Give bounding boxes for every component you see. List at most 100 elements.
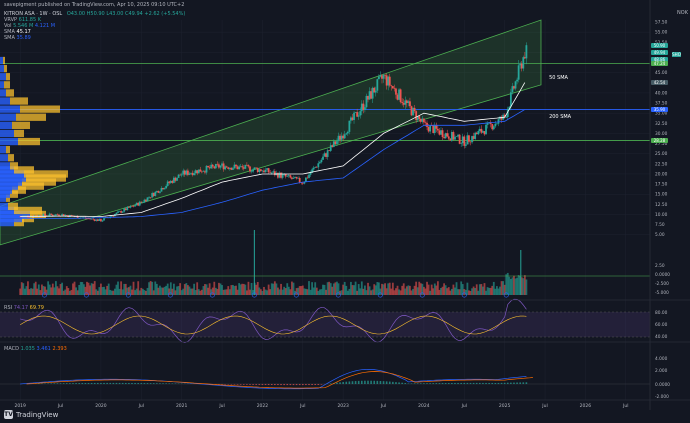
volume-bar [70,289,73,295]
candle-body [123,208,126,212]
macd-histogram-bar [87,382,90,384]
macd-histogram-bar [56,383,59,384]
volume-bar [298,286,301,295]
candle-body [289,175,292,178]
volume-bar [368,286,371,295]
macd-legend[interactable]: MACD 1.035 3.461 2.393 [4,346,67,352]
price-scale-label: 25.00 [655,151,668,157]
macd-histogram-bar [376,380,379,384]
candle-body [343,134,346,139]
candle-body [245,164,248,166]
volume-bar [216,288,219,295]
candle-body [409,101,411,107]
macd-histogram-bar [168,383,171,384]
price-scale-label: 7.50 [655,222,665,228]
volume-bar [120,281,123,295]
candle-body [353,112,355,120]
macd-histogram-bar [342,382,344,384]
volume-bar [56,286,59,295]
macd-histogram-bar [348,381,351,384]
volume-bar [20,282,23,295]
candle-body [166,181,169,186]
volume-bar [188,286,191,295]
tradingview-logo[interactable]: TV TradingView [4,410,58,419]
volume-bar [238,283,241,295]
macd-histogram-bar [59,383,62,384]
candle-body [126,206,129,211]
macd-histogram-bar [423,383,425,384]
candle-body [228,167,231,169]
volume-bar [114,288,116,295]
candle-body [474,132,477,139]
candle-body [65,215,68,216]
volume-bar [384,283,386,295]
candle-body [458,134,461,144]
macd-scale-label: 4.000 [655,356,668,362]
volume-bar [190,288,192,295]
tradingview-chart[interactable]: 50 SMA200 SMA57.5055.0052.5050.0047.5045… [0,0,690,423]
macd-histogram-bar [128,382,130,384]
volume-bar [263,286,265,295]
volume-bar [322,284,324,295]
candle-body [162,187,164,190]
price-scale-label: 40.00 [655,90,668,96]
candle-body [129,205,132,208]
volume-bar [19,288,22,295]
short-badge[interactable]: SHO [672,52,681,57]
candle-body [519,63,522,66]
currency-label: NOK [677,10,688,16]
volume-bar [103,286,105,295]
time-axis-label: 2025 [499,403,511,409]
volume-bar [364,285,366,295]
candle-body [273,171,276,176]
candle-body [505,117,508,118]
macd-histogram-bar [395,382,397,384]
rsi-label: RSI [4,305,13,311]
volume-bar [51,283,54,295]
volume-bar [196,282,199,295]
sma200-legend[interactable]: SMA 35.89 [4,35,31,41]
volume-bar [374,285,377,295]
candle-body [55,214,57,216]
volume-profile-bar [6,146,10,154]
candle-body [174,177,177,181]
volume-bar [183,284,186,295]
volume-profile-bar [0,121,12,129]
rsi-legend[interactable]: RSI 74.17 69.79 [4,305,44,311]
time-axis-label: Jul [218,403,224,409]
volume-bar [390,288,393,295]
candle-body [292,177,295,179]
volume-bar [472,286,475,295]
tradingview-icon: TV [4,410,13,419]
candle-body [95,219,98,221]
candle-body [89,218,91,220]
volume-bar [157,287,160,295]
candle-body [239,166,242,167]
volume-bar [359,288,362,295]
candle-body [286,176,289,177]
candle-body [444,133,447,139]
volume-bar [152,290,155,295]
price-scale-label: -5.000 [655,290,669,296]
volume-bar [107,283,110,295]
volume-bar [143,290,146,295]
macd-histogram-bar [286,384,289,386]
candle-body [323,153,326,157]
candle-body [242,167,245,169]
volume-bar [373,284,376,295]
macd-histogram-bar [373,380,376,384]
volume-bar [300,286,303,295]
candle-body [168,181,171,183]
volume-bar [233,285,236,295]
volume-bar [412,288,414,295]
volume-bar [409,285,411,295]
candle-body [491,124,494,130]
candle-body [253,167,256,170]
macd-histogram-bar [165,383,167,384]
volume-bar [149,281,152,295]
volume-bar [505,274,508,295]
volume-bar [356,290,359,295]
volume-bar [137,281,140,295]
volume-bar [308,281,310,295]
macd-histogram-bar [379,380,382,384]
